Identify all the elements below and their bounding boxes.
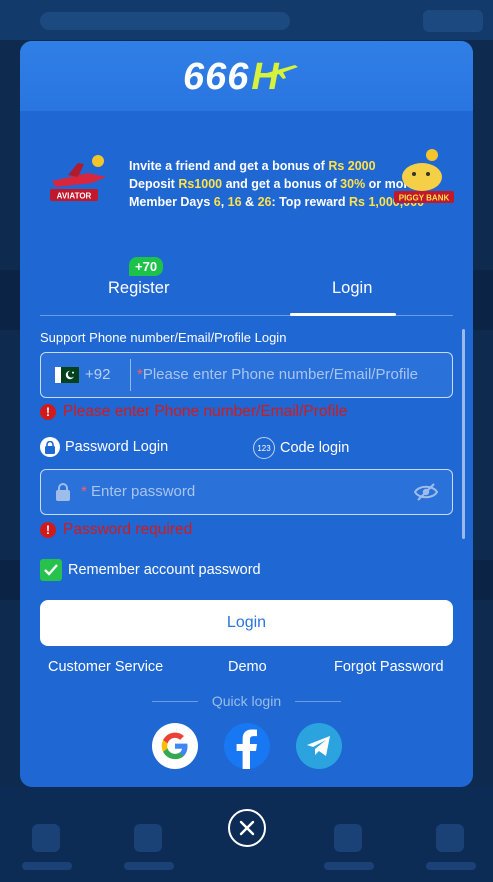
field-divider [130,359,131,391]
banner-line-1: Invite a friend and get a bonus of Rs 20… [129,159,376,173]
tab-login[interactable]: Login [332,279,372,298]
demo-link[interactable]: Demo [228,659,267,675]
error-icon: ! [40,522,56,538]
piggy-label: PIGGY BANK [399,194,450,203]
plane-icon [266,64,298,79]
facebook-icon [236,729,257,769]
remember-password-toggle[interactable]: Remember account password [40,559,261,581]
eye-off-icon[interactable] [414,483,438,501]
customer-service-link[interactable]: Customer Service [48,659,163,675]
code-login-label: Code login [280,440,350,456]
background-marquee [40,12,290,30]
google-icon [161,732,188,760]
support-login-label: Support Phone number/Email/Profile Login [40,330,287,345]
google-login-button[interactable] [152,723,198,769]
login-button[interactable]: Login [40,600,453,646]
forgot-password-link[interactable]: Forgot Password [334,659,444,675]
brand-logo: 666 H [183,56,299,99]
login-modal: 666 H AVIATOR Invite a friend and get a … [20,41,473,787]
password-placeholder: * Enter password [81,483,196,500]
telegram-login-button[interactable] [296,723,342,769]
remember-label: Remember account password [68,562,261,578]
password-error-text: Password required [63,521,193,538]
account-input[interactable]: +92 *Please enter Phone number/Email/Pro… [40,352,453,398]
background-header [0,0,493,40]
code-icon: 123 [253,437,275,459]
logo-text: 666 [183,56,250,98]
banner-line-2: Deposit Rs1000 and get a bonus of 30% or… [129,177,416,191]
promo-banner[interactable]: AVIATOR Invite a friend and get a bonus … [44,133,456,223]
code-login-option[interactable]: 123 Code login [253,437,349,459]
quick-login-label: Quick login [20,693,473,709]
close-modal-button[interactable] [228,809,266,847]
piggy-bank-icon: PIGGY BANK [394,149,454,203]
country-code[interactable]: +92 [85,366,110,383]
active-tab-indicator [290,313,396,316]
password-input[interactable]: * Enter password [40,469,453,515]
telegram-icon [307,736,330,756]
register-bonus-badge: +70 [129,257,164,276]
tab-register[interactable]: Register [108,279,169,298]
modal-header: 666 H [20,41,473,111]
close-icon [239,820,255,836]
account-error: ! Please enter Phone number/Email/Profil… [40,403,347,421]
background-button [423,10,483,32]
password-login-label: Password Login [65,439,169,455]
password-error: ! Password required [40,521,192,539]
aviator-label: AVIATOR [57,192,92,201]
facebook-login-button[interactable] [224,723,270,769]
tab-login-label: Login [332,279,373,297]
pakistan-flag-icon[interactable] [55,367,79,383]
aviator-game-icon: AVIATOR [50,155,106,201]
password-login-option[interactable]: Password Login [40,437,168,457]
account-error-text: Please enter Phone number/Email/Profile [63,403,348,420]
lock-icon [56,483,70,501]
tab-register-label: Register [108,279,170,297]
banner-line-3: Member Days 6, 16 & 26: Top reward Rs 1,… [129,195,425,209]
account-placeholder: *Please enter Phone number/Email/Profile [137,366,418,383]
remember-checkbox[interactable] [40,559,62,581]
error-icon: ! [40,404,56,420]
lock-icon [40,437,60,457]
auth-tabs: Register +70 Login [40,257,453,316]
modal-scrollbar[interactable] [462,329,465,539]
